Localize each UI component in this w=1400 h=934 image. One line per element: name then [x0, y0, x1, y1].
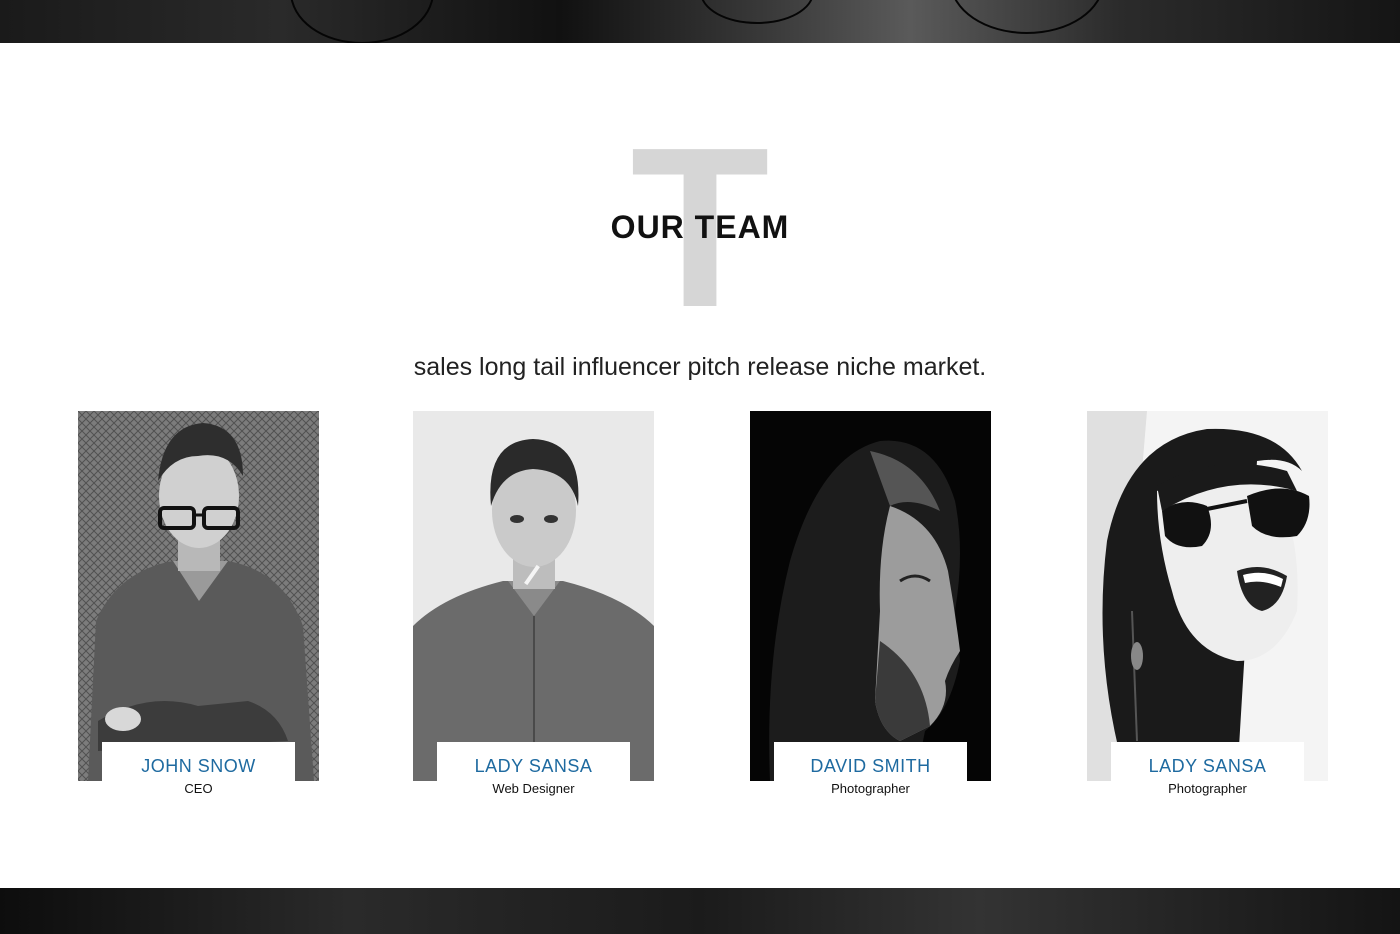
team-card[interactable]: JOHN SNOW CEO — [78, 411, 319, 806]
team-card[interactable]: DAVID SMITH Photographer — [750, 411, 991, 806]
member-role: CEO — [184, 781, 213, 796]
member-caption: LADY SANSA Web Designer — [437, 742, 630, 806]
member-name-link[interactable]: JOHN SNOW — [102, 756, 295, 777]
member-caption: DAVID SMITH Photographer — [774, 742, 967, 806]
footer-background-photo — [0, 888, 1400, 934]
member-role: Web Designer — [492, 781, 575, 796]
section-subtitle: sales long tail influencer pitch release… — [413, 353, 987, 381]
section-title: OUR TEAM — [610, 209, 790, 245]
member-name-link[interactable]: LADY SANSA — [1111, 756, 1304, 777]
member-name-link[interactable]: DAVID SMITH — [774, 756, 967, 777]
member-photo[interactable] — [78, 411, 319, 781]
member-photo[interactable] — [413, 411, 654, 781]
member-role: Photographer — [831, 781, 910, 796]
member-caption: LADY SANSA Photographer — [1111, 742, 1304, 806]
team-card[interactable]: LADY SANSA Web Designer — [413, 411, 654, 806]
member-caption: JOHN SNOW CEO — [102, 742, 295, 806]
member-photo[interactable] — [1087, 411, 1328, 781]
member-role: Photographer — [1168, 781, 1247, 796]
header-background-photo — [0, 0, 1400, 43]
member-photo[interactable] — [750, 411, 991, 781]
team-card[interactable]: LADY SANSA Photographer — [1087, 411, 1328, 806]
member-name-link[interactable]: LADY SANSA — [437, 756, 630, 777]
